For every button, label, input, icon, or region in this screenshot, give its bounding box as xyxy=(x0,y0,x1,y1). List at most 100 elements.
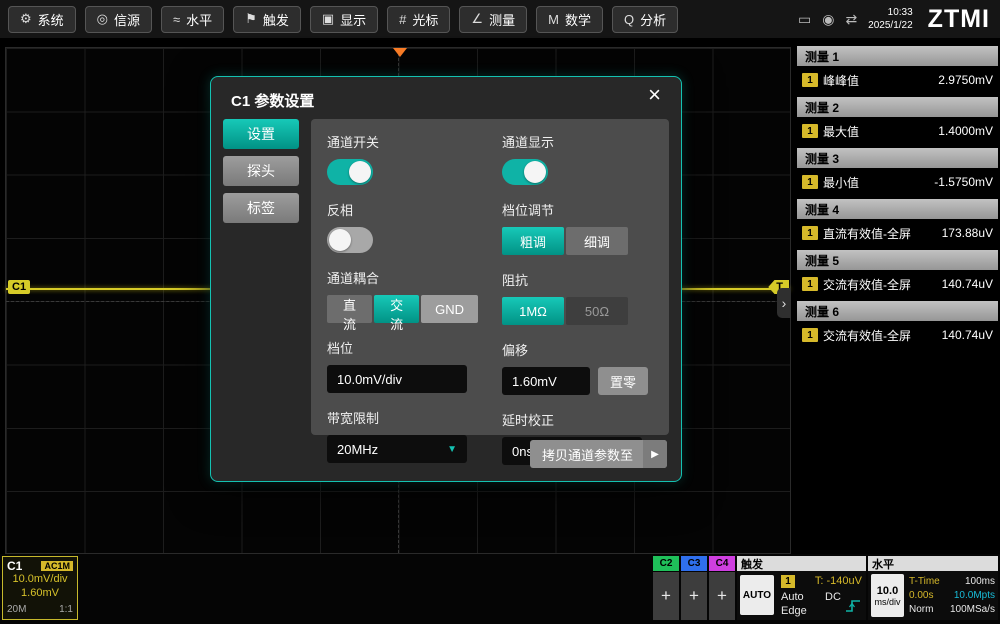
c1-header: C1 AC1M xyxy=(7,559,73,573)
invert-field: 反相 xyxy=(327,200,478,253)
invert-label: 反相 xyxy=(327,200,478,219)
offset-row: 1.60mV 置零 xyxy=(502,367,653,395)
trigger-source-badge: 1 xyxy=(781,575,795,588)
menu-button-analysis[interactable]: Q 分析 xyxy=(612,6,678,33)
impedance-segment: 1MΩ 50Ω xyxy=(502,297,653,325)
measurement-row[interactable]: 1 最大值 1.4000mV xyxy=(797,117,998,145)
trigger-panel-body: AUTO 1 T: -140uV Auto Edge DC xyxy=(737,571,866,620)
measurement-label: 最小值 xyxy=(823,174,859,191)
menu-button-trigger[interactable]: ⚑ 触发 xyxy=(233,6,301,33)
tab-settings[interactable]: 设置 xyxy=(223,119,299,149)
panel-expand-handle[interactable]: › xyxy=(777,288,791,318)
tab-probe[interactable]: 探头 xyxy=(223,156,299,186)
measure-icon: ∠ xyxy=(471,11,483,27)
menu-label-horizontal: 水平 xyxy=(186,10,212,29)
channel-c3-add[interactable]: C3 + xyxy=(681,556,707,620)
menu-label-display: 显示 xyxy=(340,10,366,29)
menu-button-measure[interactable]: ∠ 测量 xyxy=(459,6,527,33)
measurement-group-6: 测量 6 1 交流有效值-全屏 140.74uV xyxy=(797,301,998,349)
channel-switch-toggle[interactable] xyxy=(327,159,373,185)
channel-c1-status[interactable]: C1 AC1M 10.0mV/div 1.60mV 20M 1:1 xyxy=(2,556,78,620)
copy-parameters-button[interactable]: 拷贝通道参数至 ▶ xyxy=(530,440,667,468)
c2-name: C2 xyxy=(653,556,679,571)
plus-icon[interactable]: + xyxy=(681,572,707,620)
plus-icon[interactable]: + xyxy=(709,572,735,620)
c1-bandwidth: 20M xyxy=(7,604,26,615)
toggle-knob xyxy=(524,161,546,183)
menu-button-horizontal[interactable]: ≈ 水平 xyxy=(161,6,224,33)
trigger-mode-box[interactable]: AUTO xyxy=(740,575,774,615)
timebase-box[interactable]: 10.0 ms/div xyxy=(871,574,904,617)
coupling-gnd-button[interactable]: GND xyxy=(421,295,478,323)
measurement-value: 140.74uV xyxy=(942,277,993,291)
c1-ground-marker[interactable]: C1 xyxy=(8,280,30,294)
bottom-status-bar: C1 AC1M 10.0mV/div 1.60mV 20M 1:1 C2 + C… xyxy=(0,554,1000,624)
menu-button-display[interactable]: ▣ 显示 xyxy=(310,6,378,33)
zero-button[interactable]: 置零 xyxy=(598,367,648,395)
bandwidth-dropdown[interactable]: 20MHz ▼ xyxy=(327,435,467,463)
measurement-panel: 测量 1 1 峰峰值 2.9750mV 测量 2 1 最大值 1.4000mV … xyxy=(797,46,998,352)
dialog-tab-list: 设置 探头 标签 xyxy=(223,119,299,223)
measurement-group-4: 测量 4 1 直流有效值-全屏 173.88uV xyxy=(797,199,998,247)
measurement-row[interactable]: 1 直流有效值-全屏 173.88uV xyxy=(797,219,998,247)
acquisition-mode: Norm xyxy=(909,603,940,617)
math-icon: M xyxy=(548,12,559,27)
trigger-coupling: DC xyxy=(825,591,841,603)
coupling-dc-button[interactable]: 直流 xyxy=(327,295,372,323)
impedance-1m-button[interactable]: 1MΩ xyxy=(502,297,564,325)
analysis-search-icon: Q xyxy=(624,12,634,27)
network-icon[interactable]: ◉ xyxy=(822,11,834,28)
trigger-position-marker[interactable] xyxy=(393,48,407,57)
measurement-row[interactable]: 1 交流有效值-全屏 140.74uV xyxy=(797,270,998,298)
timebase-unit: ms/div xyxy=(874,597,900,607)
timebase-value: 10.0 xyxy=(877,585,898,597)
invert-toggle[interactable] xyxy=(327,227,373,253)
clock-date: 2025/1/22 xyxy=(868,19,913,32)
menu-label-source: 信源 xyxy=(114,10,140,29)
bandwidth-field: 带宽限制 20MHz ▼ xyxy=(327,408,478,463)
coupling-label: 通道耦合 xyxy=(327,268,478,287)
coupling-ac-button[interactable]: 交流 xyxy=(374,295,419,323)
impedance-50-button[interactable]: 50Ω xyxy=(566,297,628,325)
measurement-group-5: 测量 5 1 交流有效值-全屏 140.74uV xyxy=(797,250,998,298)
offset-input[interactable]: 1.60mV xyxy=(502,367,590,395)
measurement-value: 140.74uV xyxy=(942,328,993,342)
screen-mirror-icon[interactable]: ▭ xyxy=(798,11,811,28)
measurement-row[interactable]: 1 交流有效值-全屏 140.74uV xyxy=(797,321,998,349)
measurement-row[interactable]: 1 最小值 -1.5750mV xyxy=(797,168,998,196)
horizontal-status-panel[interactable]: 水平 10.0 ms/div T-Time 0.00s Norm 100ms 1… xyxy=(868,556,998,620)
measurement-title: 测量 1 xyxy=(797,46,998,66)
range-mode-field: 档位调节 粗调 细调 xyxy=(502,200,653,255)
channel-c2-add[interactable]: C2 + xyxy=(653,556,679,620)
tab-label[interactable]: 标签 xyxy=(223,193,299,223)
plus-icon[interactable]: + xyxy=(653,572,679,620)
c1-footer: 20M 1:1 xyxy=(7,604,73,615)
channel-display-label: 通道显示 xyxy=(502,132,653,151)
measurement-label: 交流有效值-全屏 xyxy=(823,276,911,293)
trigger-sweep-mode: Auto xyxy=(781,591,804,603)
channel-display-toggle[interactable] xyxy=(502,159,548,185)
measurement-value: 2.9750mV xyxy=(938,73,993,87)
menu-button-math[interactable]: M 数学 xyxy=(536,6,603,33)
close-icon[interactable]: × xyxy=(642,83,667,107)
dialog-right-column: 通道显示 档位调节 粗调 细调 阻抗 1MΩ 50Ω xyxy=(502,132,653,422)
menu-button-cursor[interactable]: # 光标 xyxy=(387,6,450,33)
measurement-row[interactable]: 1 峰峰值 2.9750mV xyxy=(797,66,998,94)
trigger-status-panel[interactable]: 触发 AUTO 1 T: -140uV Auto Edge DC xyxy=(737,556,866,620)
measurement-group-2: 测量 2 1 最大值 1.4000mV xyxy=(797,97,998,145)
c1-offset: 1.60mV xyxy=(7,587,73,601)
c3-name: C3 xyxy=(681,556,707,571)
scale-input[interactable]: 10.0mV/div xyxy=(327,365,467,393)
c1-name: C1 xyxy=(7,559,22,573)
fine-button[interactable]: 细调 xyxy=(566,227,628,255)
coarse-button[interactable]: 粗调 xyxy=(502,227,564,255)
sample-rate: 100MSa/s xyxy=(950,603,995,617)
menu-button-source[interactable]: ◎ 信源 xyxy=(85,6,152,33)
menu-button-system[interactable]: ⚙ 系统 xyxy=(8,6,76,33)
channel-badge: 1 xyxy=(802,175,818,189)
measurement-group-3: 测量 3 1 最小值 -1.5750mV xyxy=(797,148,998,196)
time-window: 100ms xyxy=(950,575,995,589)
t-time-value: 0.00s xyxy=(909,589,940,603)
peripheral-icon[interactable]: ⇄ xyxy=(845,11,857,28)
channel-c4-add[interactable]: C4 + xyxy=(709,556,735,620)
